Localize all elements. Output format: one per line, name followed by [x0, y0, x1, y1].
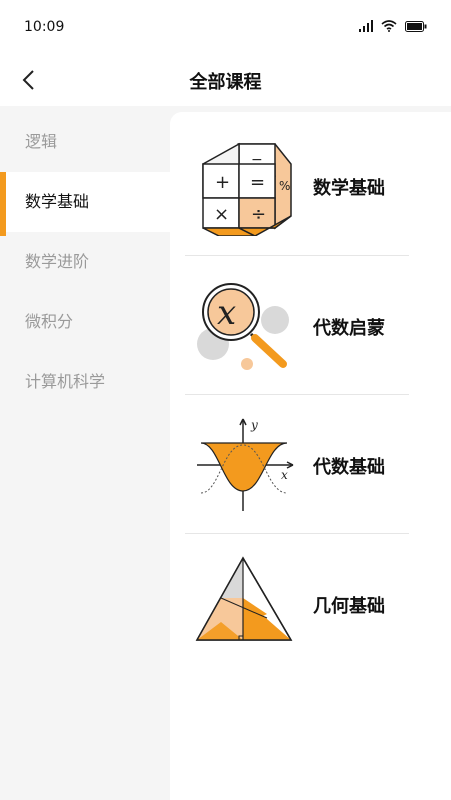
signal-icon	[359, 20, 373, 32]
sidebar-item-label: 数学基础	[25, 192, 90, 211]
category-sidebar: 逻辑 数学基础 数学进阶 微积分 计算机科学	[0, 112, 170, 800]
sidebar-item-math-advanced[interactable]: 数学进阶	[0, 232, 170, 292]
svg-text:=: =	[250, 172, 265, 193]
sidebar-item-math-basics[interactable]: 数学基础	[0, 172, 170, 236]
triangle-icon	[195, 556, 293, 641]
course-card-algebra-intro[interactable]: x 代数启蒙	[185, 256, 409, 395]
magnifier-x-icon: x	[197, 283, 289, 370]
svg-text:×: ×	[214, 204, 229, 225]
course-card-geometry-basics[interactable]: 几何基础	[185, 534, 409, 673]
battery-icon	[405, 20, 427, 32]
sidebar-item-logic[interactable]: 逻辑	[0, 112, 170, 172]
status-time: 10:09	[24, 19, 65, 35]
sidebar-item-label: 微积分	[25, 312, 74, 331]
sidebar-item-computer-science[interactable]: 计算机科学	[0, 352, 170, 412]
svg-text:+: +	[215, 172, 230, 193]
wifi-icon	[381, 20, 397, 32]
svg-text:y: y	[250, 418, 258, 432]
svg-text:x: x	[281, 468, 288, 482]
course-title: 数学基础	[313, 178, 385, 199]
svg-text:%: %	[279, 179, 290, 193]
sidebar-item-label: 逻辑	[25, 132, 58, 151]
svg-text:÷: ÷	[251, 204, 266, 225]
course-card-algebra-basics[interactable]: y x 代数基础	[185, 395, 409, 534]
bell-curve-graph-icon: y x	[197, 418, 294, 511]
svg-text:−: −	[251, 152, 263, 168]
course-list: + = × ÷ − % 数学基础 x 代数启蒙 y x 代数基础 几何基础	[170, 112, 451, 800]
nav-bar: 全部课程	[0, 56, 451, 106]
status-bar: 10:09	[0, 0, 451, 56]
sidebar-item-label: 计算机科学	[25, 372, 106, 391]
calculator-cube-icon: + = × ÷ − %	[202, 142, 292, 236]
page-title: 全部课程	[189, 72, 262, 93]
course-title: 代数启蒙	[313, 318, 385, 339]
sidebar-item-label: 数学进阶	[25, 252, 90, 271]
status-icons	[359, 20, 427, 32]
course-card-math-basics[interactable]: + = × ÷ − % 数学基础	[185, 116, 409, 255]
sidebar-item-calculus[interactable]: 微积分	[0, 292, 170, 352]
course-title: 几何基础	[313, 596, 385, 617]
svg-text:x: x	[217, 293, 236, 333]
course-title: 代数基础	[313, 457, 385, 478]
